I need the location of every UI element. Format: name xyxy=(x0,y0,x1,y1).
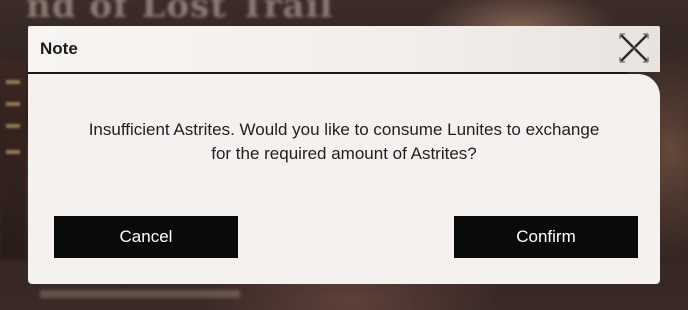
cancel-button-label: Cancel xyxy=(119,227,173,246)
confirm-button[interactable]: Confirm xyxy=(454,216,638,258)
close-x-icon xyxy=(619,33,649,63)
dialog-header: Note xyxy=(28,26,660,72)
background-side-panel xyxy=(0,60,26,260)
background-bottom-bar xyxy=(40,290,240,298)
dialog-title: Note xyxy=(40,39,78,58)
dialog-message: Insufficient Astrites. Would you like to… xyxy=(28,118,660,166)
dialog-body: Insufficient Astrites. Would you like to… xyxy=(28,74,660,284)
message-line-1: Insufficient Astrites. Would you like to… xyxy=(88,120,600,139)
confirm-button-label: Confirm xyxy=(516,227,576,246)
message-line-2: for the required amount of Astrites? xyxy=(211,144,477,163)
close-button[interactable] xyxy=(616,30,652,66)
background-title: nd of Lost Trail xyxy=(26,0,334,26)
cancel-button[interactable]: Cancel xyxy=(54,216,238,258)
exchange-dialog: Note Insufficient Astrites. Would you li… xyxy=(28,26,660,284)
